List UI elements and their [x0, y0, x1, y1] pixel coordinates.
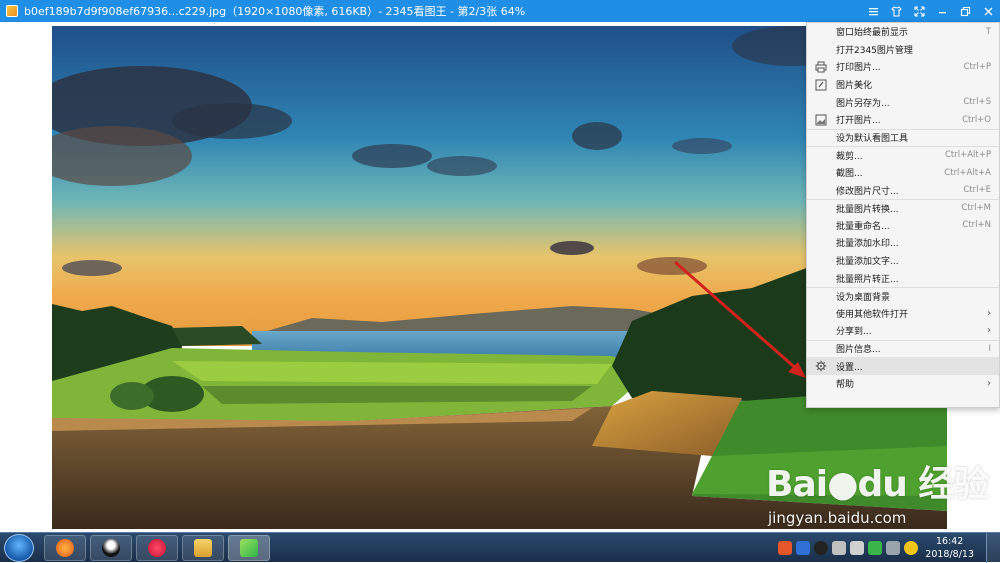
watermark-logo: Bai●du 经验 — [766, 464, 989, 505]
menu-item-label: 帮助 — [836, 380, 855, 391]
menu-item-label: 打开图片... — [836, 116, 881, 127]
tray-security-icon[interactable] — [868, 541, 882, 555]
menu-item-label: 截图... — [836, 169, 863, 180]
start-button[interactable] — [4, 534, 34, 562]
menu-item-shortcut: Ctrl+Alt+A — [944, 167, 991, 178]
menu-item[interactable]: 批量添加文字... — [807, 252, 999, 270]
clock[interactable]: 16:42 2018/8/13 — [925, 535, 974, 561]
taskbar: 16:42 2018/8/13 — [0, 532, 1000, 563]
menu-item-label: 设为桌面背景 — [836, 292, 891, 303]
menu-item-label: 打开2345图片管理 — [836, 45, 913, 56]
window-title: b0ef189b7d9f908ef67936...c229.jpg（1920×1… — [24, 5, 526, 18]
menu-item[interactable]: 窗口始终最前显示 T — [807, 23, 999, 41]
menu-item-shortcut: Ctrl+Alt+P — [944, 150, 991, 161]
context-menu: 窗口始终最前显示 T 打开2345图片管理 打印图片... Ctrl+P 图片美化 图片另存… — [806, 22, 1000, 408]
menu-item-shortcut: Ctrl+P — [963, 61, 991, 72]
watermark-url: jingyan.baidu.com — [768, 509, 907, 527]
tray-shield-icon[interactable] — [796, 541, 810, 555]
menu-item-shortcut: Ctrl+O — [962, 114, 991, 125]
menu-item[interactable]: 设置... — [807, 357, 999, 375]
show-desktop-button[interactable] — [986, 533, 1000, 563]
menu-item[interactable]: 打开图片... Ctrl+O — [807, 111, 999, 129]
fullscreen-icon[interactable] — [908, 0, 931, 22]
menu-item-label: 批量添加文字... — [836, 257, 899, 268]
shirt-icon[interactable] — [885, 0, 908, 22]
menu-item-label: 使用其他软件打开 — [836, 309, 909, 320]
menu-item[interactable]: 打印图片... Ctrl+P — [807, 58, 999, 76]
xiu-app[interactable] — [136, 535, 178, 561]
menu-item-label: 图片信息... — [836, 345, 881, 356]
image-icon — [815, 114, 827, 126]
chevron-right-icon: › — [987, 378, 991, 390]
menu-item[interactable]: 图片美化 — [807, 76, 999, 94]
close-icon[interactable] — [977, 0, 1000, 22]
menu-item[interactable]: 使用其他软件打开 › — [807, 305, 999, 323]
menu-item[interactable]: 截图... Ctrl+Alt+A — [807, 164, 999, 182]
menu-item[interactable]: 批量添加水印... — [807, 234, 999, 252]
menu-item-label: 图片美化 — [836, 81, 873, 92]
menu-item-shortcut: Ctrl+E — [963, 185, 991, 196]
printer-icon — [815, 61, 827, 73]
clock-time: 16:42 — [935, 536, 964, 547]
restore-icon[interactable] — [954, 0, 977, 22]
menu-item-label: 设置... — [836, 362, 863, 373]
menu-item-label: 分享到... — [836, 327, 872, 338]
clock-date: 2018/8/13 — [925, 549, 974, 560]
menu-item-shortcut: Ctrl+N — [962, 220, 991, 231]
menu-item-label: 批量添加水印... — [836, 239, 899, 250]
menu-item[interactable]: 分享到... › — [807, 322, 999, 340]
menu-item-shortcut: I — [988, 343, 991, 354]
menu-item-label: 裁剪... — [836, 151, 863, 162]
image-viewer-app[interactable] — [228, 535, 270, 561]
menu-item-label: 批量照片转正... — [836, 274, 899, 285]
menu-item[interactable]: 批量图片转换... Ctrl+M — [807, 198, 999, 217]
chevron-right-icon: › — [987, 307, 991, 319]
chevron-right-icon: › — [987, 325, 991, 337]
window-controls — [862, 0, 1000, 22]
menu-item-label: 窗口始终最前显示 — [836, 28, 909, 39]
menu-item-label: 打印图片... — [836, 63, 881, 74]
browser-app[interactable] — [44, 535, 86, 561]
explorer-app[interactable] — [182, 535, 224, 561]
gear-icon — [815, 360, 827, 372]
tray-battery-icon[interactable] — [886, 541, 900, 555]
menu-item[interactable]: 帮助 › — [807, 375, 999, 393]
menu-item[interactable]: 图片另存为... Ctrl+S — [807, 93, 999, 111]
title-bar: b0ef189b7d9f908ef67936...c229.jpg（1920×1… — [0, 0, 1000, 22]
tray-update-icon[interactable] — [904, 541, 918, 555]
menu-item-label: 批量重命名... — [836, 221, 890, 232]
system-tray — [778, 537, 918, 559]
menu-item-label: 批量图片转换... — [836, 204, 899, 215]
menu-item[interactable]: 裁剪... Ctrl+Alt+P — [807, 146, 999, 164]
menu-item-label: 图片另存为... — [836, 98, 890, 109]
tray-network-icon[interactable] — [832, 541, 846, 555]
tray-volume-icon[interactable] — [850, 541, 864, 555]
menu-item[interactable]: 批量重命名... Ctrl+N — [807, 217, 999, 235]
edit-icon — [815, 79, 827, 91]
menu-item[interactable]: 设为默认看图工具 — [807, 128, 999, 147]
tray-app-icon[interactable] — [778, 541, 792, 555]
menu-item-shortcut: T — [985, 26, 991, 37]
menu-icon[interactable] — [862, 0, 885, 22]
menu-item[interactable]: 修改图片尺寸... Ctrl+E — [807, 181, 999, 199]
minimize-icon[interactable] — [931, 0, 954, 22]
menu-item[interactable]: 批量照片转正... — [807, 269, 999, 287]
menu-item[interactable]: 图片信息... I — [807, 339, 999, 358]
tray-qq-icon[interactable] — [814, 541, 828, 555]
menu-item[interactable]: 打开2345图片管理 — [807, 41, 999, 59]
menu-item-shortcut: Ctrl+S — [963, 97, 991, 108]
menu-item-label: 设为默认看图工具 — [836, 134, 909, 145]
app-icon — [6, 5, 18, 17]
menu-item[interactable]: 设为桌面背景 — [807, 286, 999, 305]
menu-item-shortcut: Ctrl+M — [961, 203, 991, 214]
menu-item-label: 修改图片尺寸... — [836, 186, 899, 197]
baidu-jingyan-watermark: Bai●du 经验 jingyan.baidu.com — [760, 455, 989, 535]
qq-app[interactable] — [90, 535, 132, 561]
